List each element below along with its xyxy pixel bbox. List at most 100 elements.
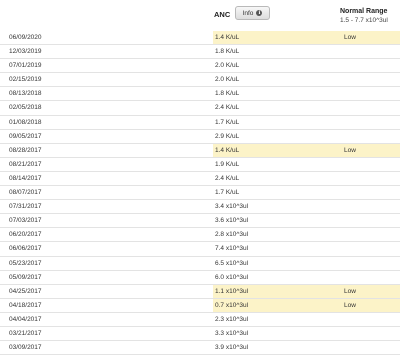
result-value: 2.8 x10^3ul bbox=[215, 231, 249, 239]
result-flag bbox=[337, 341, 400, 354]
result-date: 06/20/2017 bbox=[9, 231, 42, 239]
result-flag bbox=[337, 313, 400, 326]
result-date: 08/07/2017 bbox=[9, 189, 42, 197]
result-value: 7.4 x10^3ul bbox=[215, 245, 249, 253]
result-value: 1.7 K/uL bbox=[215, 118, 240, 126]
table-row: 08/07/2017 1.7 K/uL bbox=[0, 186, 400, 201]
info-icon: i bbox=[256, 10, 263, 16]
table-row: 01/08/2018 1.7 K/uL bbox=[0, 116, 400, 130]
result-date: 12/03/2019 bbox=[9, 48, 42, 56]
results-header: ANC Info i Normal Range 1.5 - 7.7 x10^3u… bbox=[0, 0, 400, 30]
result-value: 3.6 x10^3ul bbox=[215, 217, 249, 225]
result-value: 1.7 K/uL bbox=[215, 189, 240, 197]
table-row: 09/05/2017 2.9 K/uL bbox=[0, 130, 400, 144]
result-value: 2.0 K/uL bbox=[215, 76, 240, 84]
table-row: 08/13/2018 1.8 K/uL bbox=[0, 87, 400, 102]
table-row: 02/05/2018 2.4 K/uL bbox=[0, 101, 400, 116]
result-flag bbox=[337, 327, 400, 340]
result-flag bbox=[337, 158, 400, 171]
result-flag bbox=[337, 200, 400, 213]
result-value: 3.4 x10^3ul bbox=[215, 203, 249, 211]
table-row: 12/03/2019 1.8 K/uL bbox=[0, 45, 400, 60]
result-date: 05/09/2017 bbox=[9, 273, 42, 281]
table-row: 07/03/2017 3.6 x10^3ul bbox=[0, 214, 400, 229]
table-row: 02/15/2019 2.0 K/uL bbox=[0, 73, 400, 88]
result-date: 04/04/2017 bbox=[9, 315, 42, 323]
result-value: 1.4 K/uL bbox=[213, 143, 337, 157]
result-date: 03/09/2017 bbox=[9, 344, 42, 352]
test-name-label: ANC bbox=[214, 10, 231, 19]
result-flag bbox=[337, 172, 400, 185]
normal-range-label: Normal Range bbox=[340, 8, 388, 15]
result-date: 04/18/2017 bbox=[9, 301, 42, 309]
result-flag: Low bbox=[337, 298, 400, 312]
result-date: 02/05/2018 bbox=[9, 104, 42, 112]
result-date: 06/09/2020 bbox=[9, 34, 42, 41]
result-flag bbox=[337, 214, 400, 227]
table-row: 08/21/2017 1.9 K/uL bbox=[0, 158, 400, 172]
result-date: 05/23/2017 bbox=[9, 259, 42, 267]
result-value: 1.8 K/uL bbox=[215, 90, 240, 98]
result-flag bbox=[337, 116, 400, 129]
result-date: 08/21/2017 bbox=[9, 160, 42, 168]
result-flag bbox=[337, 271, 400, 284]
table-row: 04/18/2017 0.7 x10^3ul Low bbox=[0, 298, 400, 313]
table-row: 04/04/2017 2.3 x10^3ul bbox=[0, 313, 400, 327]
result-flag bbox=[337, 130, 400, 143]
result-flag: Low bbox=[337, 284, 400, 298]
table-row: 05/23/2017 6.5 x10^3ul bbox=[0, 257, 400, 271]
result-date: 04/25/2017 bbox=[9, 287, 42, 295]
table-row: 04/25/2017 1.1 x10^3ul Low bbox=[0, 284, 400, 299]
result-value: 2.4 K/uL bbox=[215, 174, 240, 182]
table-row: 03/21/2017 3.3 x10^3ul bbox=[0, 327, 400, 342]
result-value: 3.3 x10^3ul bbox=[215, 329, 249, 337]
info-button[interactable]: Info i bbox=[235, 6, 270, 20]
result-date: 01/08/2018 bbox=[9, 118, 42, 126]
result-date: 07/01/2019 bbox=[9, 62, 42, 70]
result-date: 08/28/2017 bbox=[9, 146, 42, 154]
result-flag bbox=[337, 242, 400, 255]
table-row: 08/14/2017 2.4 K/uL bbox=[0, 172, 400, 187]
result-value: 1.4 K/uL bbox=[213, 31, 337, 45]
table-row: 05/09/2017 6.0 x10^3ul bbox=[0, 271, 400, 285]
result-flag bbox=[337, 101, 400, 114]
result-date: 02/15/2019 bbox=[9, 76, 42, 84]
result-flag bbox=[337, 45, 400, 58]
result-value: 1.1 x10^3ul bbox=[213, 284, 337, 298]
result-value: 1.9 K/uL bbox=[215, 160, 240, 168]
result-value: 3.9 x10^3ul bbox=[215, 344, 249, 352]
result-date: 08/13/2018 bbox=[9, 90, 42, 98]
result-date: 07/03/2017 bbox=[9, 217, 42, 225]
result-flag bbox=[337, 87, 400, 100]
result-flag bbox=[337, 228, 400, 241]
table-row: 06/06/2017 7.4 x10^3ul bbox=[0, 242, 400, 257]
table-row: 06/20/2017 2.8 x10^3ul bbox=[0, 228, 400, 243]
result-value: 2.4 K/uL bbox=[215, 104, 240, 112]
result-date: 09/05/2017 bbox=[9, 132, 42, 140]
result-value: 6.5 x10^3ul bbox=[215, 259, 249, 267]
table-row: 06/09/2020 1.4 K/uL Low bbox=[0, 31, 400, 46]
result-value: 2.0 K/uL bbox=[215, 62, 240, 70]
result-date: 08/14/2017 bbox=[9, 174, 42, 182]
result-flag: Low bbox=[337, 143, 400, 157]
table-row: 07/01/2019 2.0 K/uL bbox=[0, 59, 400, 74]
table-row: 03/09/2017 3.9 x10^3ul bbox=[0, 341, 400, 356]
table-row: 08/28/2017 1.4 K/uL Low bbox=[0, 143, 400, 158]
normal-range-value: 1.5 - 7.7 x10^3ul bbox=[340, 17, 388, 24]
results-table: 06/09/2020 1.4 K/uL Low 12/03/2019 1.8 K/uL 0… bbox=[0, 31, 400, 356]
result-flag bbox=[337, 59, 400, 72]
result-date: 06/06/2017 bbox=[9, 245, 42, 253]
result-flag: Low bbox=[337, 31, 400, 45]
result-value: 6.0 x10^3ul bbox=[215, 273, 249, 281]
info-button-label: Info bbox=[242, 9, 254, 17]
result-date: 03/21/2017 bbox=[9, 329, 42, 337]
result-value: 1.8 K/uL bbox=[215, 48, 240, 56]
result-value: 2.9 K/uL bbox=[215, 132, 240, 140]
result-value: 2.3 x10^3ul bbox=[215, 315, 249, 323]
result-flag bbox=[337, 186, 400, 199]
result-value: 0.7 x10^3ul bbox=[213, 298, 337, 312]
result-date: 07/31/2017 bbox=[9, 203, 42, 211]
table-row: 07/31/2017 3.4 x10^3ul bbox=[0, 200, 400, 215]
result-flag bbox=[337, 257, 400, 270]
result-flag bbox=[337, 73, 400, 86]
